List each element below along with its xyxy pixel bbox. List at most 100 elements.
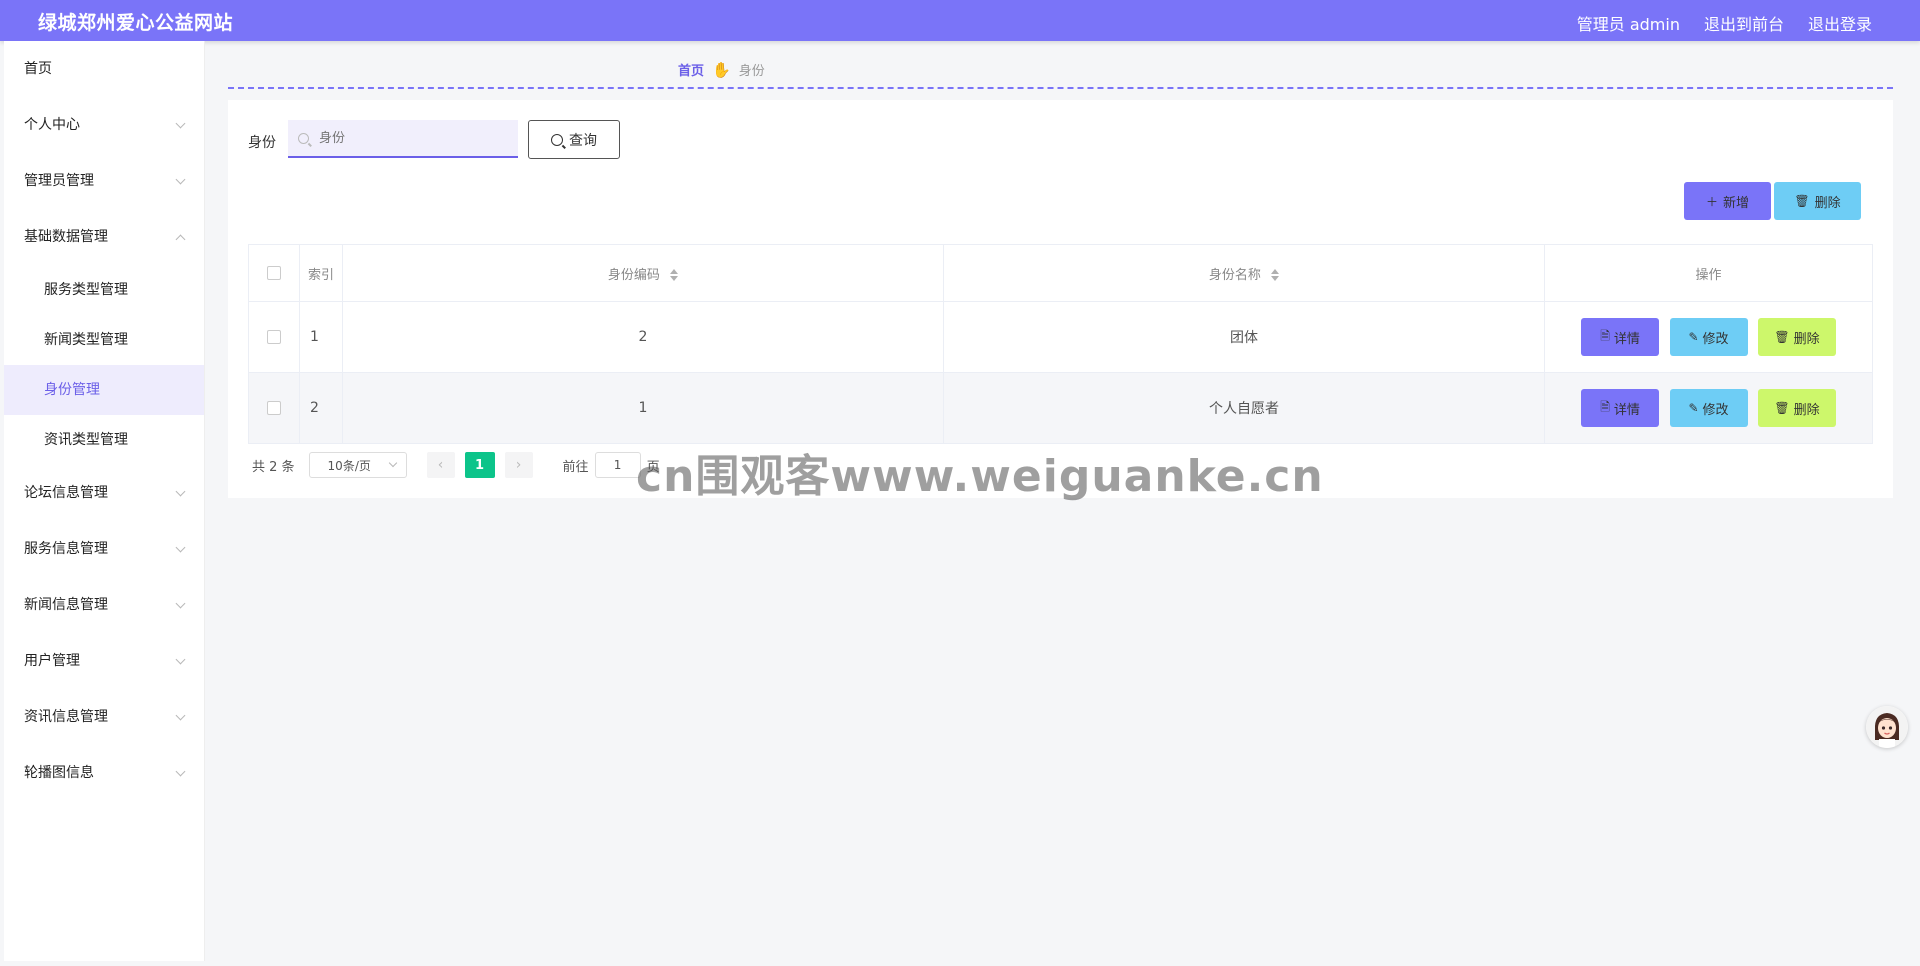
document-icon: 🗎 [1600,328,1610,343]
sidebar-item-label: 轮播图信息 [24,765,94,781]
avatar-face-icon [1866,706,1908,748]
row-actions-cell: 🗎 详情 ✎ 修改 🗑 删除 [1544,372,1873,444]
sidebar-item-service-info[interactable]: 服务信息管理 [4,521,204,577]
sidebar-item-label: 管理员管理 [24,173,94,189]
code-header-label: 身份编码 [607,267,660,283]
row-name-cell: 团体 [943,301,1545,373]
search-input[interactable] [317,129,501,147]
row-checkbox[interactable] [267,401,281,415]
detail-label: 详情 [1613,402,1640,418]
sidebar: 首页 个人中心 管理员管理 基础数据管理 服务类型管理 新闻类型管理 身份管理 … [4,41,205,961]
sidebar-item-label: 基础数据管理 [24,229,108,245]
breadcrumb-home[interactable]: 首页 [678,60,704,79]
chevron-down-icon [175,766,186,777]
page-size-select[interactable]: 10条/页 [308,452,407,478]
query-button-label: 查询 [569,132,597,149]
delete-button[interactable]: 🗑 删除 [1757,389,1836,427]
query-button[interactable]: 查询 [528,120,620,159]
hand-icon: ✋ [712,60,731,79]
sidebar-item-label: 资讯信息管理 [24,709,108,725]
delete-label: 删除 [1793,402,1820,418]
sidebar-item-home[interactable]: 首页 [4,41,204,97]
batch-delete-button[interactable]: 🗑 删除 [1774,182,1861,220]
detail-button[interactable]: 🗎 详情 [1581,389,1660,427]
row-index-cell: 1 [299,301,343,373]
sidebar-item-users[interactable]: 用户管理 [4,633,204,689]
table-row: 2 1 个人自愿者 🗎 详情 ✎ 修改 🗑 删除 [248,372,1873,444]
delete-button[interactable]: 🗑 删除 [1757,318,1836,356]
sort-icon[interactable] [1271,269,1280,281]
delete-label: 删除 [1793,331,1820,347]
row-code-cell: 1 [342,372,944,444]
column-header-name[interactable]: 身份名称 [943,244,1545,302]
sidebar-item-label: 用户管理 [24,653,80,669]
sidebar-item-label: 服务信息管理 [24,541,108,557]
chevron-down-icon [175,710,186,721]
sidebar-item-label: 资讯类型管理 [44,432,128,448]
add-button-label: 新增 [1723,195,1750,211]
goto-page-input[interactable]: 1 [594,452,641,478]
row-checkbox[interactable] [267,330,281,344]
breadcrumb: 首页 ✋ 身份 [678,60,765,80]
admin-user-label[interactable]: 管理员 admin [1577,11,1680,35]
back-to-front-link[interactable]: 退出到前台 [1704,11,1784,35]
sort-icon[interactable] [670,269,679,281]
edit-button[interactable]: ✎ 修改 [1669,318,1748,356]
row-actions-cell: 🗎 详情 ✎ 修改 🗑 删除 [1544,301,1873,373]
index-header-label: 索引 [307,267,334,283]
prev-page-button[interactable]: ‹ [426,452,455,478]
chevron-down-icon [175,174,186,185]
sidebar-item-label: 服务类型管理 [44,282,128,298]
logout-link[interactable]: 退出登录 [1808,11,1872,35]
row-code-cell: 2 [342,301,944,373]
next-page-button[interactable]: › [504,452,533,478]
trash-icon: 🗑 [1774,330,1790,344]
sidebar-item-service-type[interactable]: 服务类型管理 [4,265,204,315]
detail-button[interactable]: 🗎 详情 [1581,318,1660,356]
trash-icon: 🗑 [1774,401,1790,415]
sidebar-item-news-type[interactable]: 新闻类型管理 [4,315,204,365]
search-field[interactable] [288,120,518,158]
pagination: 共 2 条 10条/页 ‹ 1 › 前往 1 页 [252,452,660,478]
assistant-avatar[interactable] [1866,706,1908,748]
pencil-icon: ✎ [1688,401,1699,415]
edit-label: 修改 [1702,402,1729,418]
top-bar: 绿城郑州爱心公益网站 管理员 admin 退出到前台 退出登录 [0,0,1920,41]
select-all-checkbox[interactable] [267,266,281,280]
select-all-cell [248,244,300,302]
document-icon: 🗎 [1600,399,1610,414]
chevron-down-icon [175,598,186,609]
sidebar-item-admin-management[interactable]: 管理员管理 [4,153,204,209]
page-size-value: 10条/页 [327,458,371,473]
chevron-down-icon [175,654,186,665]
plus-icon: ＋ [1705,194,1718,209]
chevron-down-icon [388,458,397,468]
detail-label: 详情 [1613,331,1640,347]
sidebar-item-personal-center[interactable]: 个人中心 [4,97,204,153]
row-select-cell [248,301,300,373]
breadcrumb-divider [228,87,1893,89]
batch-delete-label: 删除 [1814,195,1841,211]
sidebar-item-info[interactable]: 资讯信息管理 [4,689,204,745]
sidebar-item-carousel[interactable]: 轮播图信息 [4,745,204,801]
watermark: cn围观客www.weiguanke.cn [636,451,1324,502]
sidebar-item-basic-data[interactable]: 基础数据管理 [4,209,204,265]
sidebar-item-identity[interactable]: 身份管理 [4,365,204,415]
page-number-current[interactable]: 1 [464,452,495,478]
chevron-left-icon: ‹ [437,457,444,473]
sidebar-item-news-info[interactable]: 新闻信息管理 [4,577,204,633]
column-header-code[interactable]: 身份编码 [342,244,944,302]
edit-label: 修改 [1702,331,1729,347]
search-icon [298,132,309,144]
sidebar-item-info-type[interactable]: 资讯类型管理 [4,415,204,465]
identity-table: 索引 身份编码 身份名称 操作 1 2 团体 🗎 详情 ✎ 修改 🗑 删除 2 … [248,244,1873,444]
sidebar-item-forum[interactable]: 论坛信息管理 [4,465,204,521]
sidebar-item-label: 首页 [24,61,52,77]
sidebar-item-label: 论坛信息管理 [24,485,108,501]
add-button[interactable]: ＋ 新增 [1684,182,1771,220]
edit-button[interactable]: ✎ 修改 [1669,389,1748,427]
row-index-cell: 2 [299,372,343,444]
goto-label: 前往 [562,459,589,475]
search-label: 身份 [248,135,276,151]
chevron-down-icon [175,118,186,129]
